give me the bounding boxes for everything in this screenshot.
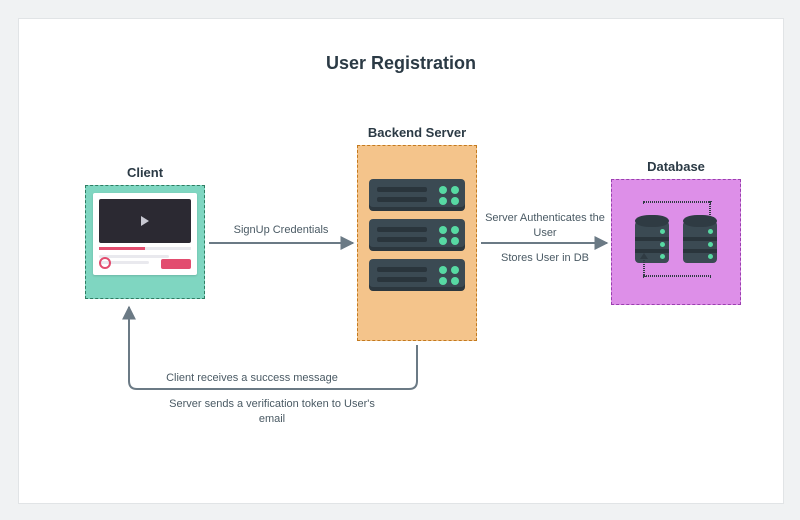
edge-verify-label: Server sends a verification token to Use… [157,397,387,427]
sync-line [643,275,711,277]
media-player-icon [93,193,197,275]
sync-line [643,257,645,277]
page: User Registration Client Backend Server … [0,0,800,520]
database-cylinder-icon [683,215,717,269]
server-rack-icon [369,219,465,251]
database-cylinder-icon [635,215,669,269]
database-label: Database [611,159,741,174]
edge-signup-label: SignUp Credentials [219,223,343,238]
edge-store-label: Stores User in DB [485,251,605,266]
server-rack-icon [369,179,465,211]
database-node [611,179,741,305]
sync-arrow-icon [706,217,714,223]
sync-line [643,201,711,203]
diagram-title: User Registration [19,53,783,74]
server-label: Backend Server [357,125,477,140]
client-label: Client [85,165,205,180]
diagram-card: User Registration Client Backend Server … [18,18,784,504]
edge-auth-label: Server Authenticates the User [485,211,605,241]
server-rack-icon [369,259,465,291]
edge-success-label: Client receives a success message [137,371,367,386]
sync-arrow-icon [640,253,648,259]
